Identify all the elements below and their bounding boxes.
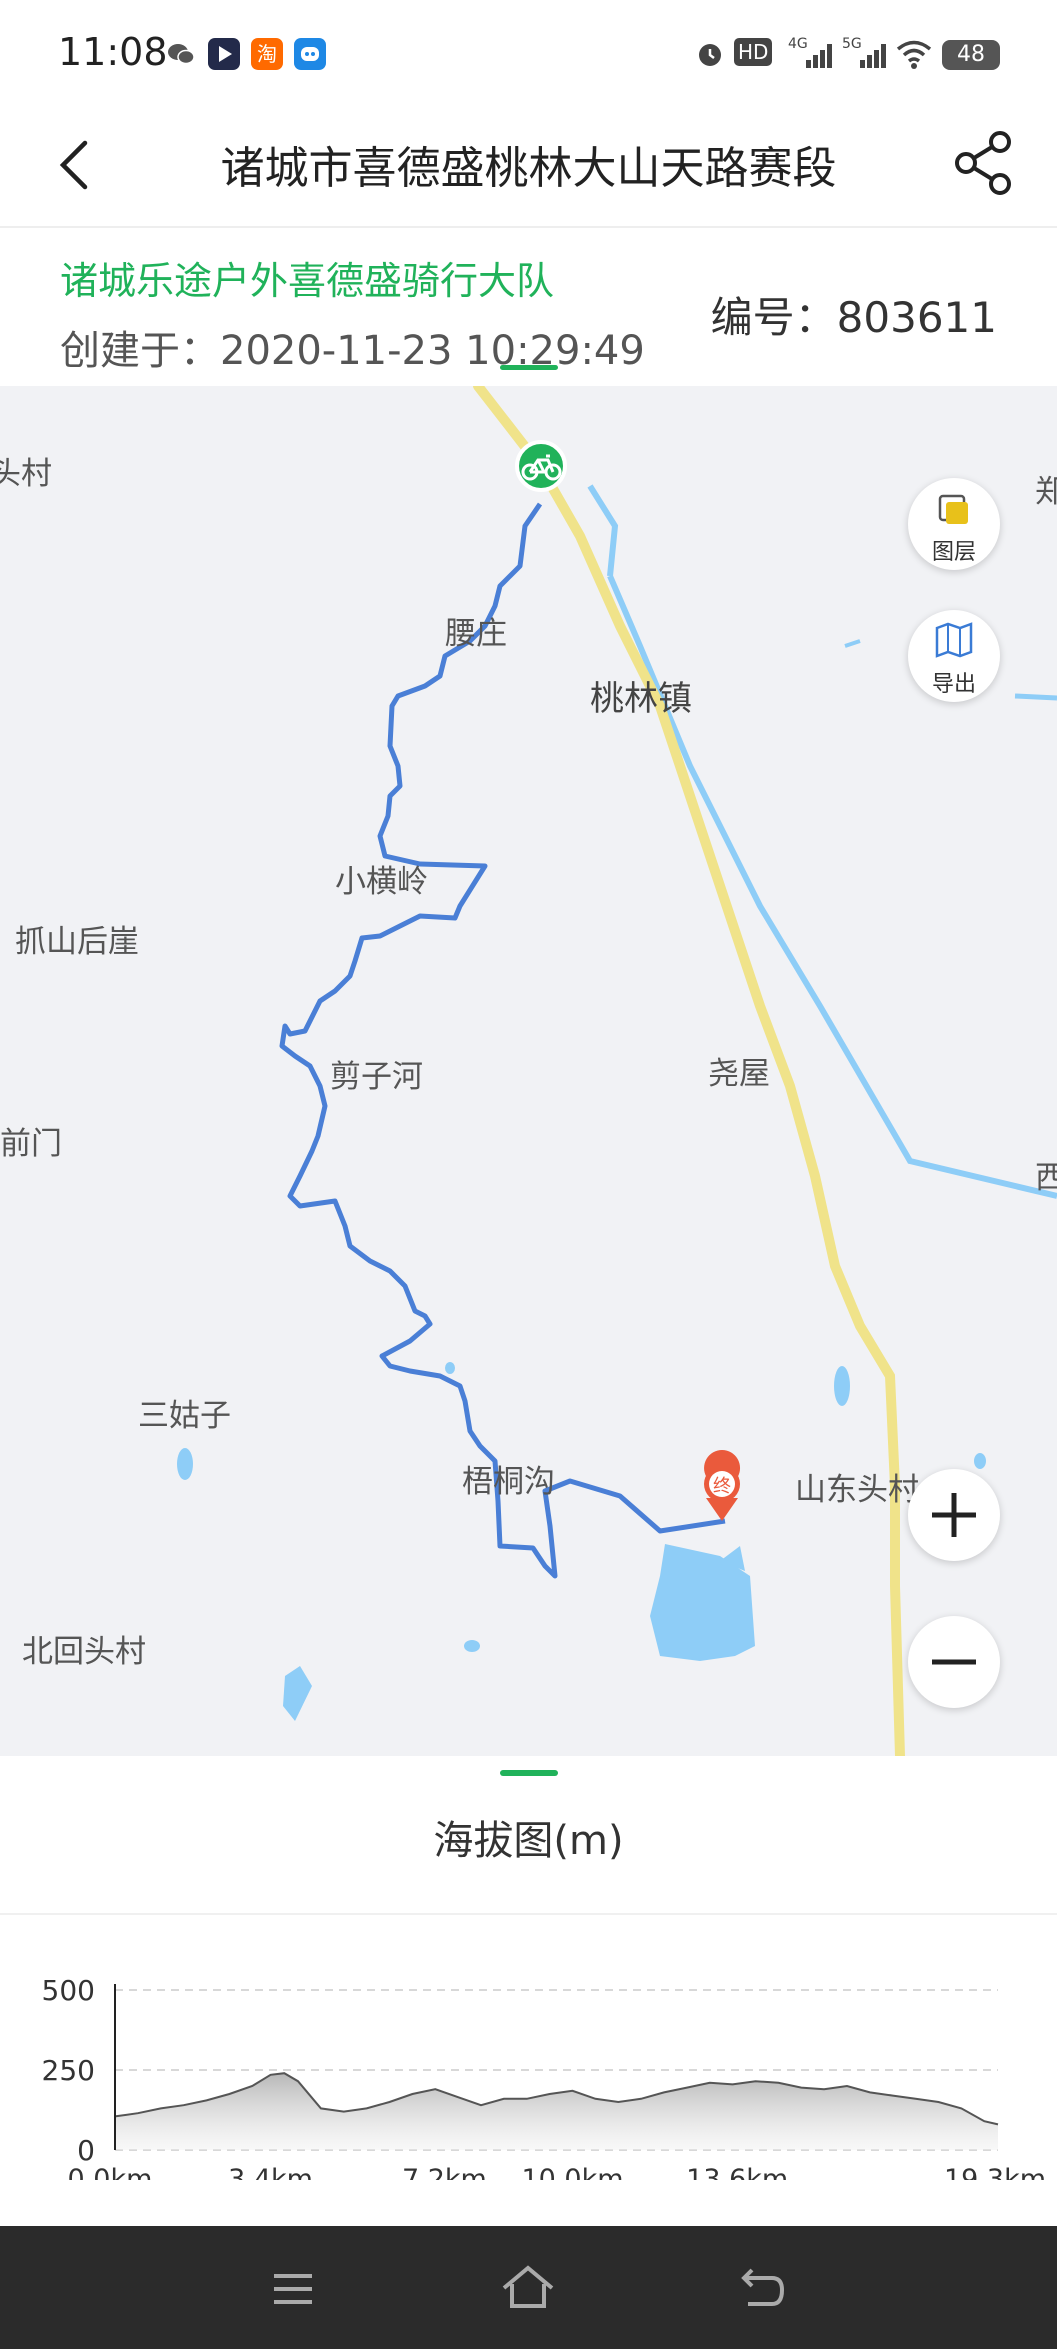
layers-button[interactable]: 图层 (908, 478, 1000, 570)
assistant-app-icon (294, 38, 326, 70)
layers-label: 图层 (931, 540, 976, 565)
pond (177, 1448, 193, 1480)
cycling-route (279, 502, 726, 1579)
pond (445, 1362, 455, 1374)
pond (464, 1640, 480, 1652)
route-map[interactable]: 终 头村 腰庄 桃林镇 小横岭 抓山后崖 剪子河 尧屋 前门 三姑子 梧桐沟 山… (0, 386, 1057, 1756)
home-icon[interactable] (498, 2262, 558, 2312)
x-tick-label: 13.6km (686, 2164, 788, 2180)
map-canvas: 终 (177, 386, 1057, 1756)
minus-icon (932, 1659, 976, 1665)
pond (974, 1453, 986, 1469)
place-label: 西 (1035, 1160, 1057, 1196)
river (844, 639, 861, 648)
video-app-icon (208, 38, 240, 70)
elevation-chart: 500 250 00.0km 3.4km 7.2km 10.0km 13.6km 19.3km (42, 1974, 1046, 2180)
route-serial: 编号：803611 (710, 293, 997, 342)
layers-icon (938, 494, 968, 524)
place-label: 腰庄 (445, 616, 507, 652)
x-tick-label: 7.2km (402, 2164, 487, 2180)
wifi-icon (896, 38, 932, 70)
river (1014, 693, 1057, 701)
elevation-title: 海拔图(m) (433, 1818, 624, 1864)
place-label: 梧桐沟 (462, 1464, 555, 1500)
plus-icon (932, 1493, 976, 1537)
tab-indicator (500, 365, 558, 370)
place-label: 山东头村 (795, 1472, 919, 1508)
x-tick-label: 0.0km (68, 2164, 153, 2180)
place-label: 尧屋 (708, 1056, 770, 1092)
share-icon (955, 131, 1011, 195)
y-tick-label: 500 (42, 1974, 95, 2007)
x-tick-label: 3.4km (228, 2164, 313, 2180)
place-label: 三姑子 (138, 1398, 231, 1434)
export-label: 导出 (931, 672, 976, 697)
divider (0, 1913, 1057, 1915)
svg-text:5G: 5G (842, 36, 862, 52)
back-nav-icon[interactable] (738, 2264, 788, 2314)
share-button[interactable] (950, 128, 1020, 198)
zoom-in-button[interactable] (908, 1469, 1000, 1561)
panel-handle[interactable] (500, 1770, 558, 1776)
signal-5g-icon: 5G (842, 34, 888, 72)
x-tick-label: 19.3km (944, 2164, 1046, 2180)
signal-4g-icon: 4G (788, 34, 834, 72)
wechat-icon (165, 38, 197, 70)
end-marker-label: 终 (713, 1476, 731, 1497)
status-time: 11:08 (58, 30, 168, 74)
svg-text:4G: 4G (788, 36, 808, 52)
place-label: 郑 (1035, 474, 1057, 510)
team-name[interactable]: 诸城乐途户外喜德盛骑行大队 (60, 250, 554, 305)
hd-icon: HD (734, 38, 773, 66)
elevation-area (115, 2073, 998, 2150)
place-label: 北回头村 (22, 1634, 146, 1670)
pond (834, 1366, 850, 1406)
place-label: 小横岭 (335, 864, 428, 900)
alarm-icon (694, 38, 726, 70)
place-label: 桃林镇 (590, 679, 692, 719)
place-label: 头村 (0, 456, 52, 492)
battery-indicator: 48 (942, 40, 1000, 70)
export-button[interactable]: 导出 (908, 610, 1000, 702)
place-label: 前门 (0, 1126, 62, 1162)
zoom-out-button[interactable] (908, 1616, 1000, 1708)
x-tick-label: 10.0km (521, 2164, 623, 2180)
place-label: 抓山后崖 (15, 924, 139, 960)
page-title: 诸城市喜德盛桃林大山天路赛段 (220, 143, 837, 194)
menu-icon[interactable] (268, 2264, 318, 2314)
map-export-icon (935, 622, 973, 658)
y-tick-label: 250 (42, 2054, 95, 2087)
y-tick-label: 0 (77, 2134, 95, 2167)
place-label: 剪子河 (330, 1059, 423, 1095)
taobao-icon: 淘 (251, 38, 283, 70)
system-nav-bar (0, 2226, 1057, 2349)
pond (283, 1666, 312, 1721)
